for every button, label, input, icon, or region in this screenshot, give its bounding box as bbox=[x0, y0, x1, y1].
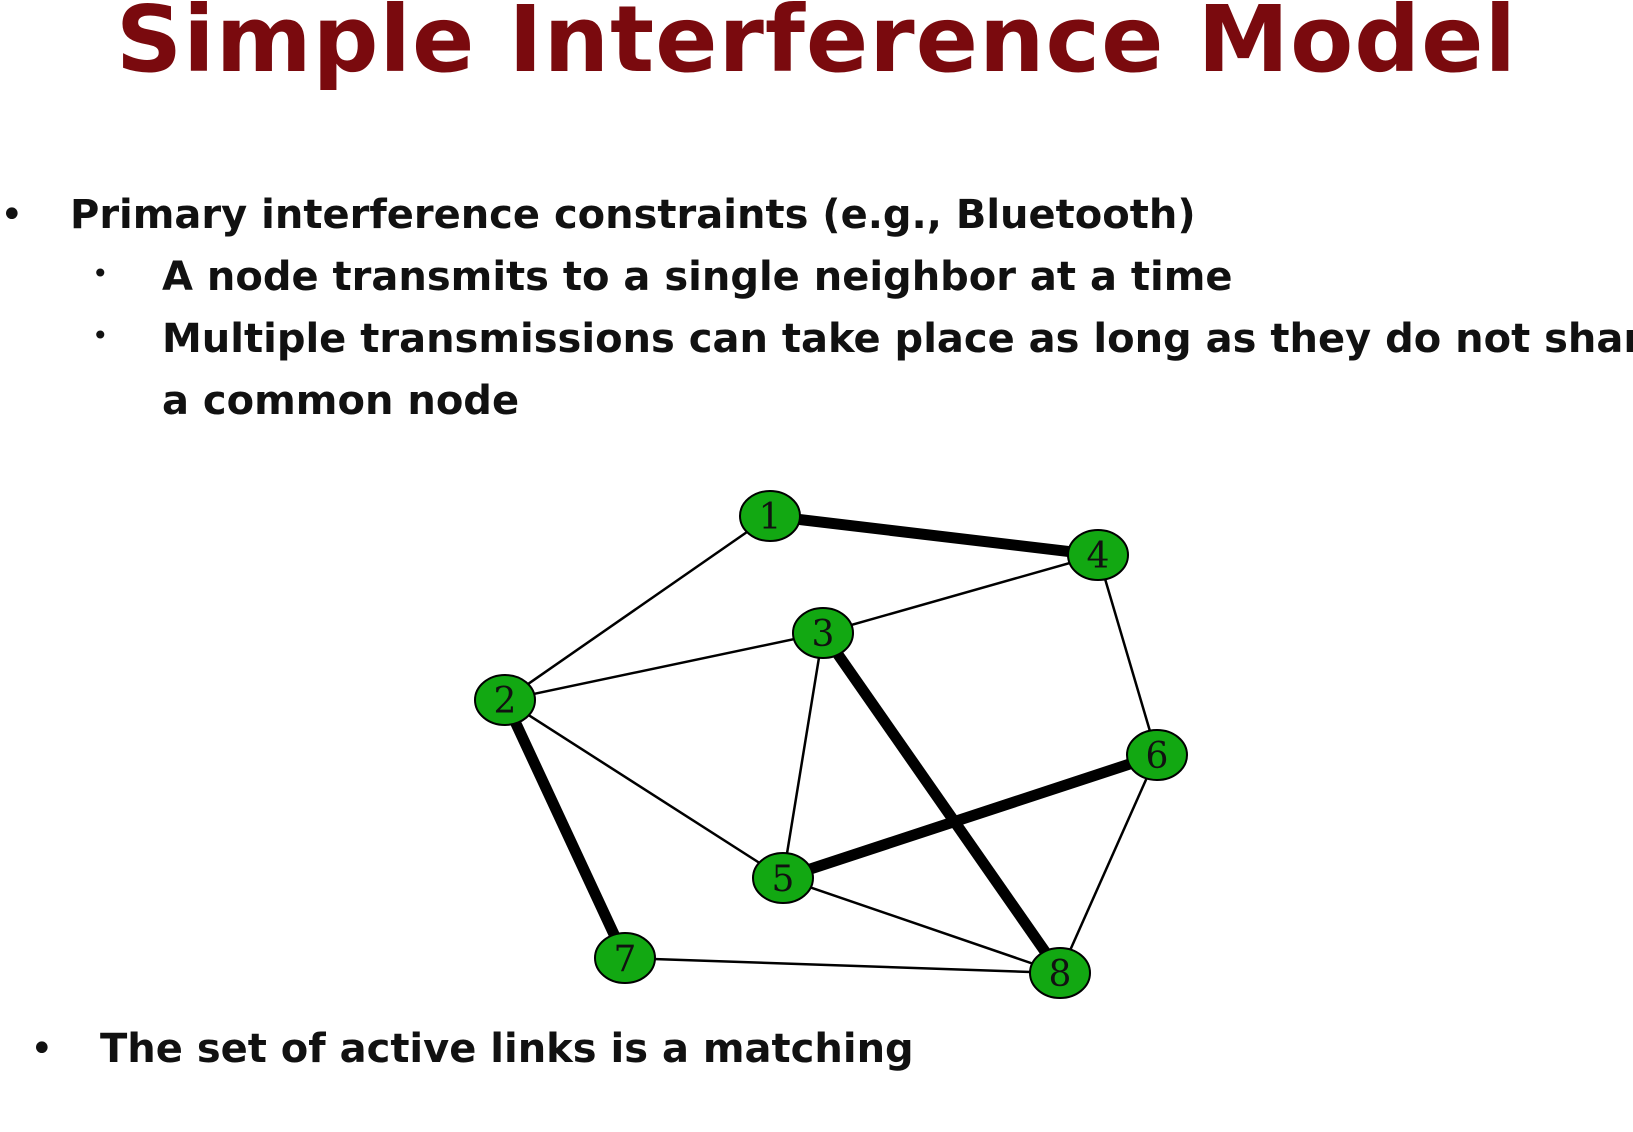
edge-1-4-active bbox=[769, 510, 1099, 561]
graph-edges bbox=[500, 510, 1159, 977]
node-label: 1 bbox=[759, 497, 782, 538]
node-6: 6 bbox=[1126, 729, 1188, 781]
node-8: 8 bbox=[1029, 947, 1091, 999]
node-3: 3 bbox=[792, 607, 854, 659]
interference-graph: 1 2 3 4 5 6 7 8 bbox=[474, 490, 1188, 999]
node-label: 6 bbox=[1146, 736, 1169, 777]
node-2: 2 bbox=[474, 674, 536, 726]
edge-3-5 bbox=[781, 632, 825, 879]
node-label: 7 bbox=[614, 939, 637, 980]
edge-4-6 bbox=[1096, 554, 1159, 756]
node-label: 5 bbox=[772, 859, 795, 900]
node-4: 4 bbox=[1067, 529, 1129, 581]
node-label: 2 bbox=[494, 681, 517, 722]
node-7: 7 bbox=[594, 932, 656, 984]
node-label: 8 bbox=[1049, 954, 1072, 995]
graph-nodes: 1 2 3 4 5 6 7 8 bbox=[474, 490, 1188, 999]
edge-5-8 bbox=[782, 876, 1061, 975]
node-label: 3 bbox=[812, 614, 835, 655]
node-5: 5 bbox=[752, 852, 814, 904]
edge-7-8 bbox=[624, 956, 1061, 975]
edge-5-6-active bbox=[781, 749, 1159, 884]
node-label: 4 bbox=[1087, 536, 1110, 577]
node-1: 1 bbox=[739, 490, 801, 542]
edge-3-4 bbox=[822, 553, 1099, 635]
